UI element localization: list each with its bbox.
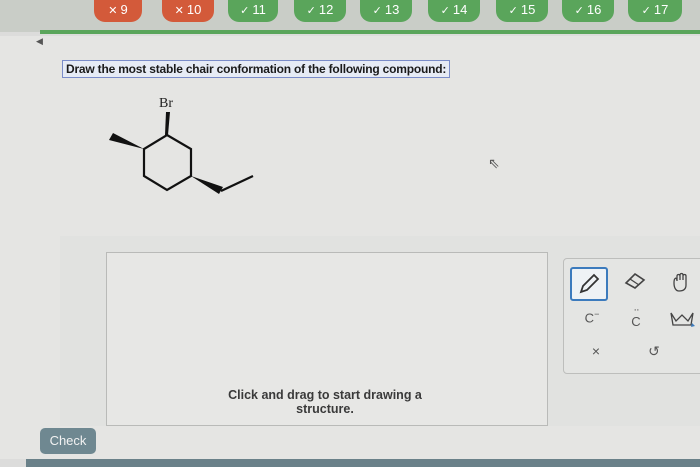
check-icon: ✓ bbox=[440, 5, 450, 17]
nav-item-label: 10 bbox=[186, 2, 202, 17]
check-icon: ✓ bbox=[641, 5, 651, 17]
collapse-arrow-icon[interactable]: ◀ bbox=[36, 36, 43, 47]
nav-item-12[interactable]: ✓ 12 bbox=[294, 0, 346, 22]
check-icon: ✓ bbox=[240, 5, 250, 17]
clear-tool[interactable]: × bbox=[586, 343, 606, 363]
progress-fill bbox=[40, 30, 700, 34]
check-icon: ✓ bbox=[306, 5, 316, 17]
footer-bar bbox=[26, 459, 700, 467]
nav-item-label: 15 bbox=[520, 2, 536, 17]
check-icon: ✓ bbox=[372, 5, 382, 17]
nav-item-16[interactable]: ✓ 16 bbox=[562, 0, 614, 22]
nav-item-label: 9 bbox=[120, 2, 128, 17]
check-icon: ✓ bbox=[574, 5, 584, 17]
nav-item-11[interactable]: ✓ 11 bbox=[228, 0, 278, 22]
cyclohexane-ring bbox=[142, 133, 193, 192]
eraser-tool[interactable] bbox=[622, 271, 648, 295]
cursor-arrow-icon: ⇖ bbox=[488, 155, 500, 171]
eraser-icon bbox=[624, 272, 646, 289]
undo-tool[interactable]: ↺ bbox=[644, 343, 664, 363]
drawing-toolbox: C− ·· C × ↺ bbox=[563, 258, 700, 374]
nav-item-13[interactable]: ✓ 13 bbox=[360, 0, 412, 22]
ethyl-chain bbox=[220, 175, 254, 192]
lasso-icon bbox=[670, 312, 695, 327]
check-icon: ✓ bbox=[508, 5, 518, 17]
nav-item-10[interactable]: ✕ 10 bbox=[162, 0, 214, 22]
canvas-hint: Click and drag to start drawing a struct… bbox=[228, 388, 422, 416]
nav-item-15[interactable]: ✓ 15 bbox=[496, 0, 548, 22]
molecule-structure: Br bbox=[109, 96, 254, 194]
lasso-tool[interactable] bbox=[668, 309, 696, 331]
wrong-icon: ✕ bbox=[174, 5, 184, 17]
carbanion-tool[interactable]: C− bbox=[580, 309, 604, 329]
carbene-label: C bbox=[631, 314, 641, 329]
nav-item-label: 16 bbox=[586, 2, 602, 17]
carbanion-charge: − bbox=[594, 309, 600, 319]
nav-item-14[interactable]: ✓ 14 bbox=[428, 0, 480, 22]
carbene-tool[interactable]: ·· C bbox=[624, 305, 648, 329]
nav-item-label: 12 bbox=[318, 2, 334, 17]
nav-item-9[interactable]: ✕ 9 bbox=[94, 0, 142, 22]
progress-track bbox=[40, 30, 700, 34]
nav-item-label: 14 bbox=[452, 2, 468, 17]
wedge-bond-ethyl bbox=[191, 176, 223, 194]
wedge-bond-br bbox=[165, 112, 170, 135]
bromine-label: Br bbox=[159, 96, 173, 111]
hand-icon bbox=[673, 272, 687, 292]
wedge-bond-methyl bbox=[109, 133, 144, 149]
carbanion-label: C bbox=[584, 310, 595, 326]
pencil-icon bbox=[579, 273, 600, 294]
wrong-icon: ✕ bbox=[108, 5, 118, 17]
check-button[interactable]: Check bbox=[40, 428, 96, 454]
pencil-tool[interactable] bbox=[570, 267, 608, 301]
undo-icon: ↺ bbox=[648, 343, 660, 359]
nav-item-17[interactable]: ✓ 17 bbox=[628, 0, 682, 22]
clear-icon: × bbox=[591, 343, 601, 359]
nav-item-label: 11 bbox=[252, 2, 266, 17]
question-nav-bar: ✕ 9 ✕ 10 ✓ 11 ✓ 12 ✓ 13 ✓ 14 ✓ 15 ✓ 16 ✓ 17 bbox=[0, 0, 700, 32]
nav-item-label: 17 bbox=[653, 2, 669, 17]
question-prompt: Draw the most stable chair conformation … bbox=[62, 60, 451, 78]
hand-tool[interactable] bbox=[668, 271, 694, 295]
nav-item-label: 13 bbox=[384, 2, 400, 17]
